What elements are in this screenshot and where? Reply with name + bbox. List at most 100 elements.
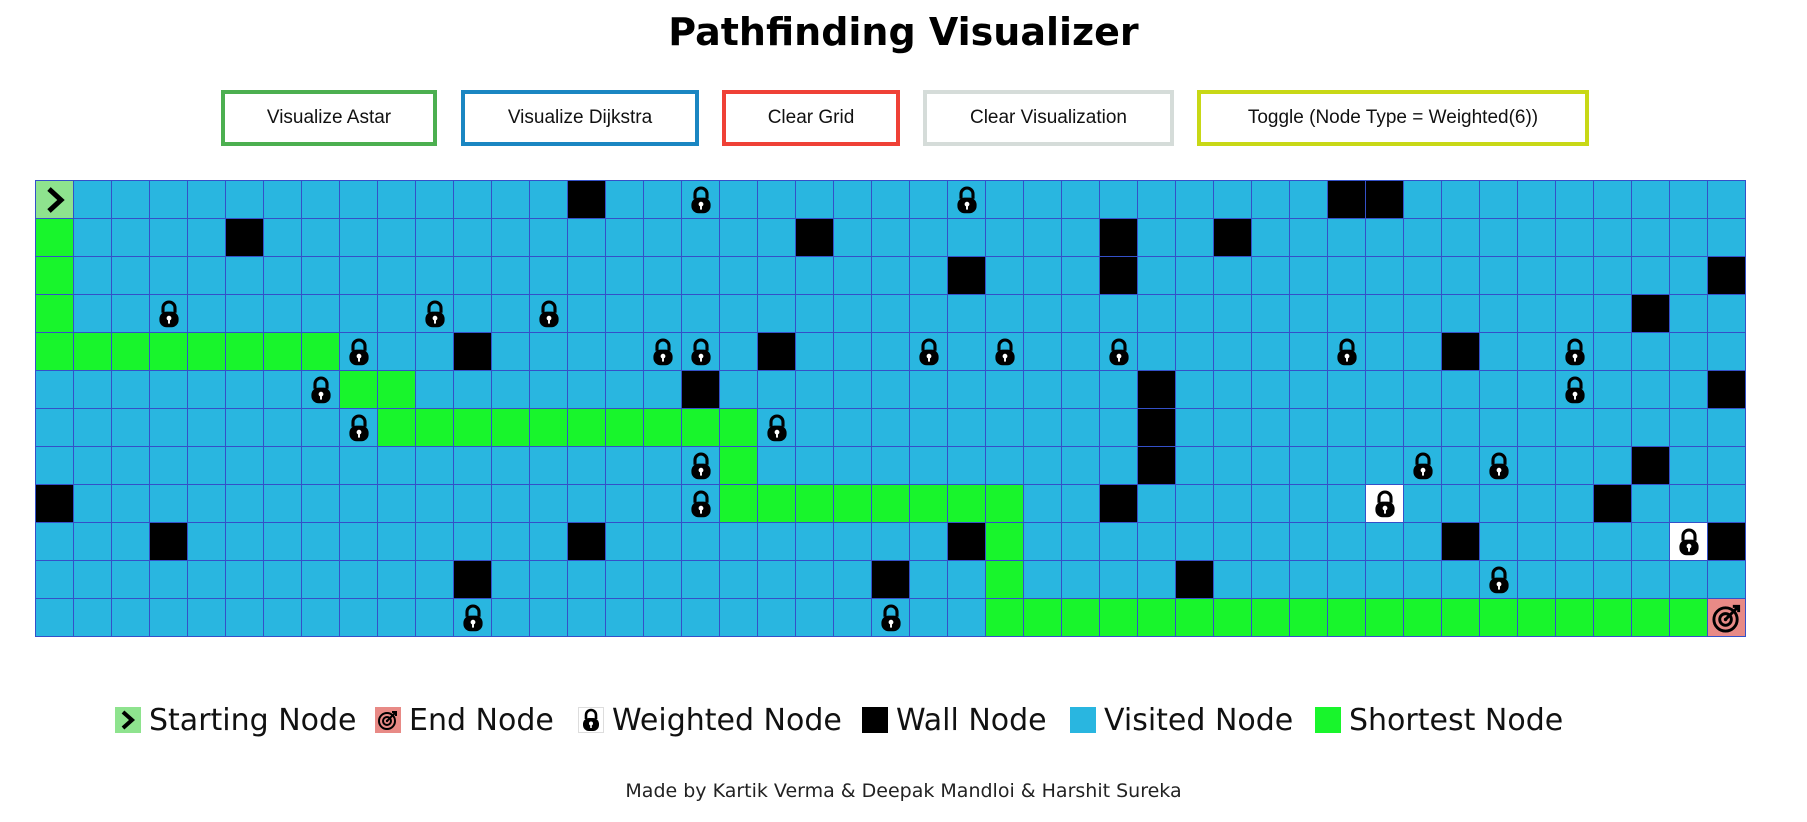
visited-node[interactable] xyxy=(226,257,264,295)
wall-node[interactable] xyxy=(1442,523,1480,561)
visited-node[interactable] xyxy=(606,219,644,257)
visited-node[interactable] xyxy=(302,599,340,637)
shortest-node[interactable] xyxy=(720,485,758,523)
visited-node[interactable] xyxy=(226,181,264,219)
visited-node[interactable] xyxy=(834,599,872,637)
visited-node[interactable] xyxy=(302,181,340,219)
visited-node[interactable] xyxy=(1214,295,1252,333)
visited-node[interactable] xyxy=(1556,295,1594,333)
shortest-node[interactable] xyxy=(1138,599,1176,637)
visited-node[interactable] xyxy=(1024,447,1062,485)
shortest-node[interactable] xyxy=(1518,599,1556,637)
visited-node[interactable] xyxy=(720,295,758,333)
visited-node[interactable] xyxy=(1480,257,1518,295)
visited-node[interactable] xyxy=(1290,295,1328,333)
visited-node[interactable] xyxy=(1062,371,1100,409)
visited-node[interactable] xyxy=(568,333,606,371)
visited-node[interactable] xyxy=(1214,257,1252,295)
visited-node[interactable] xyxy=(1670,295,1708,333)
visited-node[interactable] xyxy=(834,409,872,447)
visited-node[interactable] xyxy=(1252,295,1290,333)
visited-node[interactable] xyxy=(606,523,644,561)
wall-node[interactable] xyxy=(226,219,264,257)
visited-node[interactable] xyxy=(1556,181,1594,219)
visited-node[interactable] xyxy=(1366,523,1404,561)
wall-node[interactable] xyxy=(948,523,986,561)
visited-node[interactable] xyxy=(1594,333,1632,371)
visited-node[interactable] xyxy=(1556,523,1594,561)
visited-node[interactable] xyxy=(1024,219,1062,257)
visited-node[interactable] xyxy=(1138,295,1176,333)
visited-node[interactable] xyxy=(1632,561,1670,599)
visited-node[interactable] xyxy=(682,219,720,257)
wall-node[interactable] xyxy=(1176,561,1214,599)
visited-node[interactable] xyxy=(568,485,606,523)
visited-node[interactable] xyxy=(226,447,264,485)
visited-node[interactable] xyxy=(606,447,644,485)
visited-node[interactable] xyxy=(1176,257,1214,295)
visited-node[interactable] xyxy=(1138,181,1176,219)
visited-node[interactable] xyxy=(74,219,112,257)
visited-node[interactable] xyxy=(1404,257,1442,295)
wall-node[interactable] xyxy=(872,561,910,599)
visited-node[interactable] xyxy=(796,295,834,333)
visited-node[interactable] xyxy=(1632,523,1670,561)
visited-node[interactable] xyxy=(1024,257,1062,295)
visited-node[interactable] xyxy=(416,485,454,523)
visited-node[interactable] xyxy=(454,447,492,485)
visited-node[interactable] xyxy=(188,409,226,447)
visited-node[interactable] xyxy=(112,371,150,409)
visited-node[interactable] xyxy=(1100,181,1138,219)
visited-node[interactable] xyxy=(340,295,378,333)
weighted-node[interactable] xyxy=(1366,485,1404,523)
shortest-node[interactable] xyxy=(720,447,758,485)
visited-node[interactable] xyxy=(796,561,834,599)
visited-node[interactable] xyxy=(378,333,416,371)
visited-node[interactable] xyxy=(872,371,910,409)
visited-node[interactable] xyxy=(1176,181,1214,219)
weighted-node[interactable] xyxy=(1328,333,1366,371)
shortest-node[interactable] xyxy=(74,333,112,371)
visited-node[interactable] xyxy=(606,333,644,371)
visited-node[interactable] xyxy=(1480,181,1518,219)
visited-node[interactable] xyxy=(378,523,416,561)
visited-node[interactable] xyxy=(1176,409,1214,447)
visited-node[interactable] xyxy=(530,371,568,409)
wall-node[interactable] xyxy=(1708,523,1746,561)
visited-node[interactable] xyxy=(1024,409,1062,447)
visited-node[interactable] xyxy=(74,409,112,447)
visited-node[interactable] xyxy=(302,257,340,295)
visited-node[interactable] xyxy=(416,257,454,295)
visited-node[interactable] xyxy=(340,181,378,219)
visited-node[interactable] xyxy=(644,599,682,637)
visited-node[interactable] xyxy=(1024,295,1062,333)
visited-node[interactable] xyxy=(1252,561,1290,599)
visited-node[interactable] xyxy=(378,485,416,523)
visited-node[interactable] xyxy=(1176,371,1214,409)
visited-node[interactable] xyxy=(1252,523,1290,561)
shortest-node[interactable] xyxy=(112,333,150,371)
visited-node[interactable] xyxy=(74,257,112,295)
visited-node[interactable] xyxy=(1442,181,1480,219)
weighted-node[interactable] xyxy=(682,181,720,219)
visited-node[interactable] xyxy=(1024,371,1062,409)
visited-node[interactable] xyxy=(74,181,112,219)
weighted-node[interactable] xyxy=(1556,371,1594,409)
visited-node[interactable] xyxy=(568,599,606,637)
visited-node[interactable] xyxy=(1404,295,1442,333)
visited-node[interactable] xyxy=(1404,333,1442,371)
visualize-astar-button[interactable]: Visualize Astar xyxy=(221,90,437,146)
visited-node[interactable] xyxy=(1632,181,1670,219)
visited-node[interactable] xyxy=(1366,409,1404,447)
visited-node[interactable] xyxy=(796,181,834,219)
visited-node[interactable] xyxy=(188,561,226,599)
visited-node[interactable] xyxy=(188,599,226,637)
visited-node[interactable] xyxy=(226,371,264,409)
visited-node[interactable] xyxy=(74,447,112,485)
shortest-node[interactable] xyxy=(644,409,682,447)
visited-node[interactable] xyxy=(492,523,530,561)
wall-node[interactable] xyxy=(454,333,492,371)
visited-node[interactable] xyxy=(1366,257,1404,295)
visited-node[interactable] xyxy=(758,181,796,219)
visited-node[interactable] xyxy=(340,561,378,599)
